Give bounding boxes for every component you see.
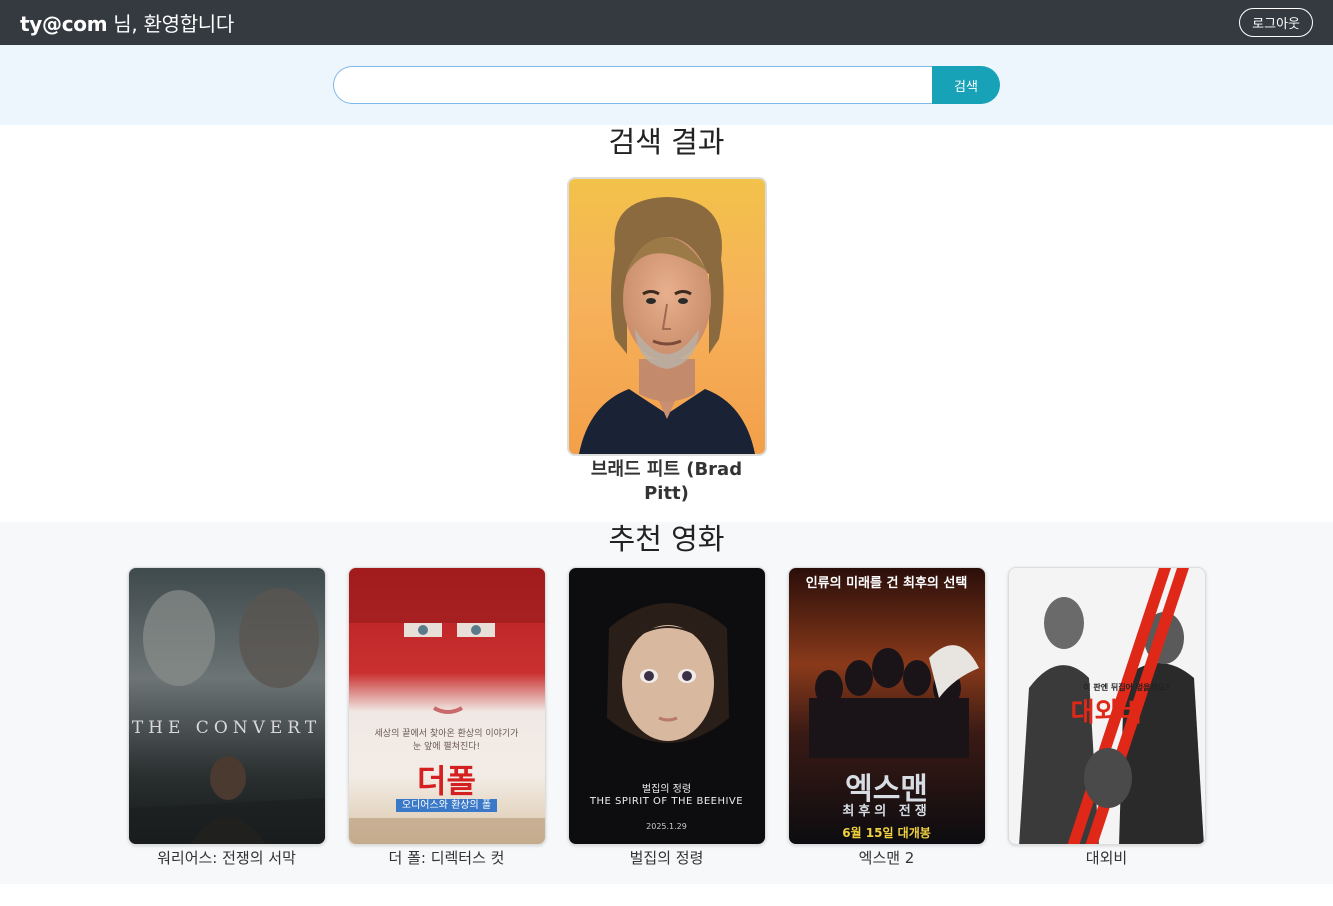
movie-poster: 인류의 미래를 건 최후의 선택 엑스맨 최후의 전쟁 6월 15일 대개봉	[787, 567, 986, 845]
person-card[interactable]: 브래드 피트 (Brad Pitt)	[566, 177, 767, 506]
search-bar: 검색	[333, 66, 1000, 104]
poster-date: 6월 15일 대개봉	[842, 826, 931, 840]
poster-title-text: 대외비	[1070, 698, 1143, 728]
movie-list: THE CONVERT 워리어스: 전쟁의 서막 세상의 끝에서 찾아온 환상의…	[0, 567, 1333, 868]
welcome-message: ty@com 님, 환영합니다	[20, 8, 234, 37]
movie-poster: 세상의 끝에서 찾아온 환상의 이야기가 눈 앞에 펼쳐진다! 더폴 오디어스와…	[347, 567, 546, 845]
logout-button[interactable]: 로그아웃	[1239, 8, 1313, 37]
movie-title: 대외비	[1085, 849, 1128, 867]
movie-title: 엑스맨 2	[858, 849, 915, 867]
poster-date: 2025.1.29	[646, 822, 687, 831]
poster-title-text: THE CONVERT	[131, 718, 322, 738]
poster-subtitle: 오디어스와 환상의 폴	[395, 799, 498, 812]
movie-card[interactable]: 벌집의 정령 THE SPIRIT OF THE BEEHIVE 2025.1.…	[567, 567, 766, 868]
movie-poster: 벌집의 정령 THE SPIRIT OF THE BEEHIVE 2025.1.…	[567, 567, 766, 845]
search-results-section: 검색 결과 브래드 피트 (Brad Pitt)	[0, 125, 1333, 522]
poster-tagline: 인류의 미래를 건 최후의 선택	[805, 576, 968, 591]
movie-card[interactable]: 세상의 끝에서 찾아온 환상의 이야기가 눈 앞에 펼쳐진다! 더폴 오디어스와…	[347, 567, 546, 868]
poster-subtitle: THE SPIRIT OF THE BEEHIVE	[589, 796, 744, 807]
search-section: 검색	[0, 45, 1333, 125]
movie-title: 더 폴: 디렉터스 컷	[388, 849, 505, 867]
person-name: 브래드 피트 (Brad Pitt)	[590, 459, 743, 504]
movie-title: 벌집의 정령	[629, 849, 704, 867]
poster-tagline: 세상의 끝에서 찾아온 환상의 이야기가 눈 앞에 펼쳐진다!	[374, 729, 519, 752]
poster-subtitle: 최후의 전쟁	[842, 804, 931, 819]
movie-card[interactable]: THE CONVERT 워리어스: 전쟁의 서막	[127, 567, 326, 868]
search-input[interactable]	[333, 66, 932, 104]
movie-card[interactable]: 인류의 미래를 건 최후의 선택 엑스맨 최후의 전쟁 6월 15일 대개봉 엑…	[787, 567, 986, 868]
search-button[interactable]: 검색	[932, 66, 1000, 104]
username: ty@com	[20, 12, 108, 36]
movie-poster: 이 판엔 뒤집어 엎을까요? 대외비	[1007, 567, 1206, 845]
person-photo	[566, 177, 767, 456]
movie-poster: THE CONVERT	[127, 567, 326, 845]
movie-title: 워리어스: 전쟁의 서막	[157, 849, 296, 867]
recommended-movies-section: 추천 영화 THE CONVERT 워리어스: 전쟁의 서막 세상의 끝에서 찾…	[0, 522, 1333, 884]
recommended-title: 추천 영화	[608, 522, 725, 556]
top-navbar: ty@com 님, 환영합니다 로그아웃	[0, 0, 1333, 45]
movie-card[interactable]: 이 판엔 뒤집어 엎을까요? 대외비 대외비	[1007, 567, 1206, 868]
poster-title-text: 벌집의 정령	[641, 784, 692, 795]
search-results-title: 검색 결과	[608, 125, 725, 159]
welcome-text: 님, 환영합니다	[107, 12, 235, 36]
person-portrait-image	[578, 197, 755, 454]
